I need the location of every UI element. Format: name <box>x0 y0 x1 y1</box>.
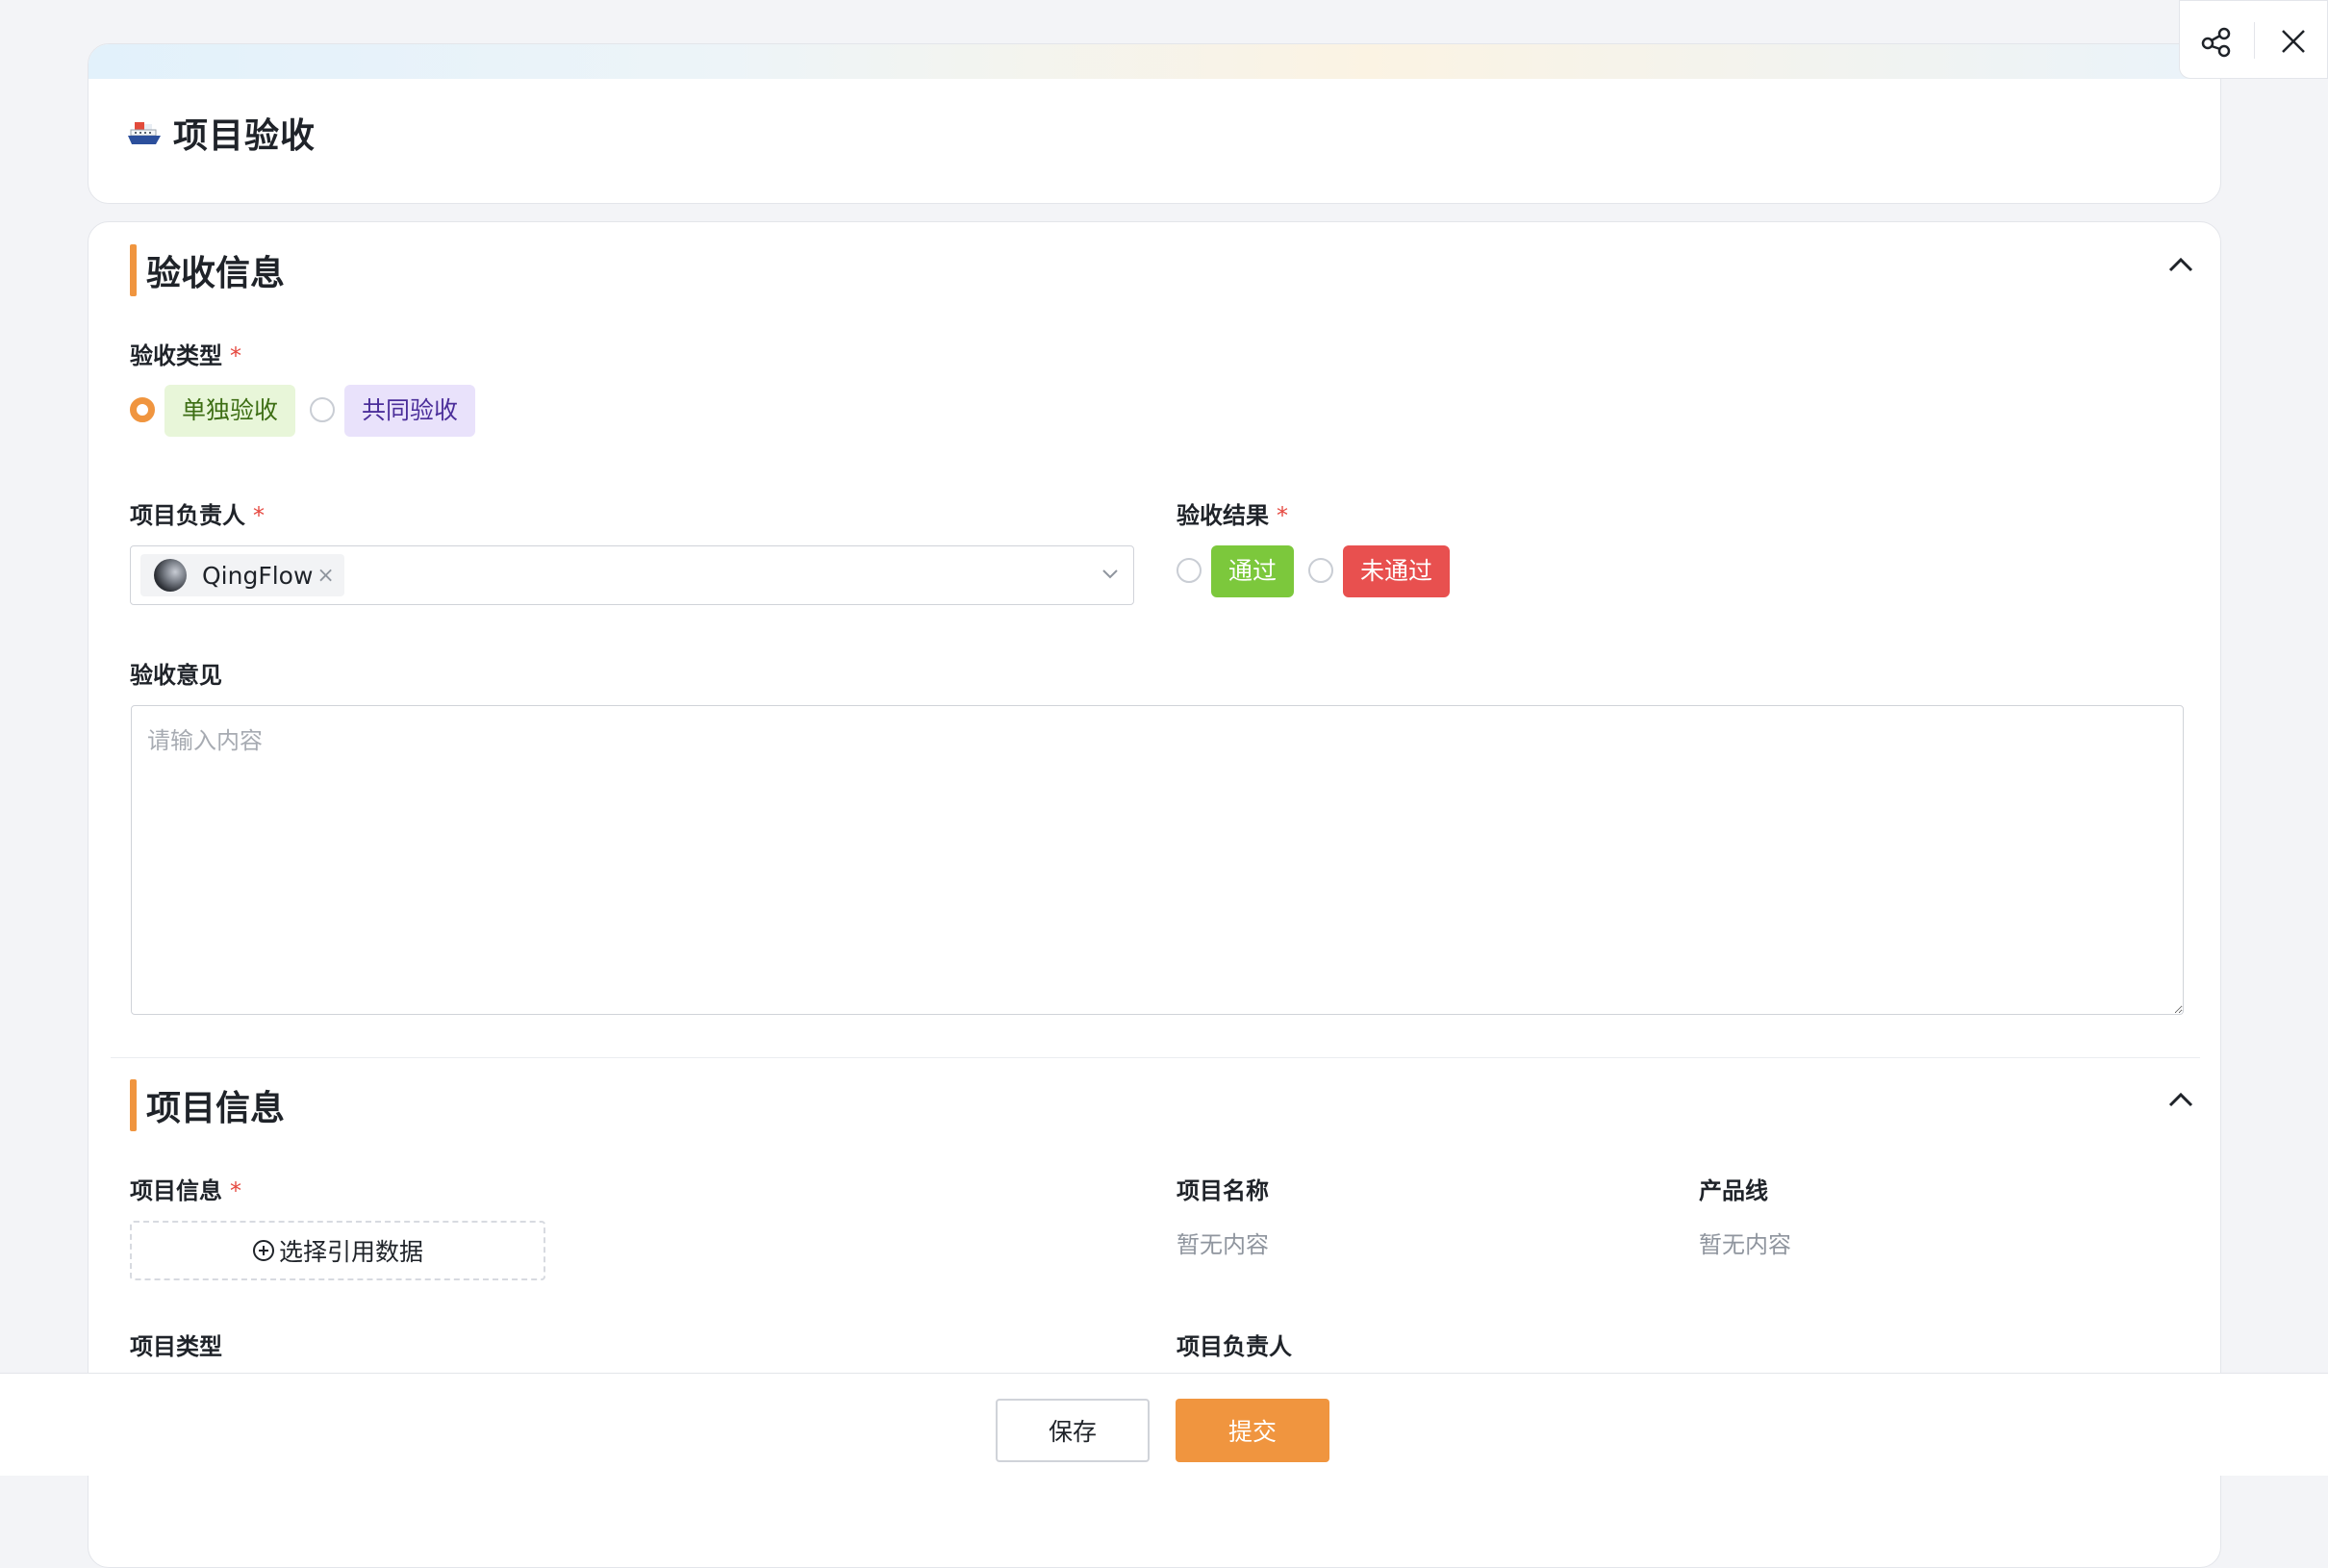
option-fail[interactable]: 未通过 <box>1343 545 1451 597</box>
product-line-value: 暂无内容 <box>1699 1231 1791 1258</box>
radio-joint-acceptance[interactable] <box>310 397 335 422</box>
radio-single-acceptance[interactable] <box>130 397 155 422</box>
footer-bar <box>0 1373 2328 1476</box>
close-icon[interactable] <box>2276 24 2311 59</box>
section-divider <box>111 1057 2200 1058</box>
section-accent-bar <box>130 244 137 296</box>
toolbar-separator <box>2254 22 2255 59</box>
header-gradient <box>89 44 2220 79</box>
top-toolbar <box>2179 0 2328 79</box>
acceptance-opinion-textarea[interactable] <box>131 705 2184 1015</box>
ship-icon <box>128 122 161 144</box>
select-reference-data-label: 选择引用数据 <box>278 1238 423 1266</box>
project-name-label: 项目名称 <box>1177 1177 1269 1204</box>
acceptance-type-label: 验收类型 * <box>130 342 241 369</box>
project-name-value: 暂无内容 <box>1177 1231 1269 1258</box>
acceptance-result-label: 验收结果 * <box>1177 502 1288 529</box>
plus-circle-icon <box>252 1240 274 1261</box>
option-single-acceptance[interactable]: 单独验收 <box>164 385 296 437</box>
section-title-acceptance: 验收信息 <box>130 244 285 296</box>
section-title-text: 项目信息 <box>146 1089 286 1128</box>
project-type-label: 项目类型 <box>130 1333 222 1360</box>
save-button[interactable]: 保存 <box>996 1399 1150 1462</box>
project-owner-ref-label: 项目负责人 <box>1177 1333 1292 1360</box>
chevron-up-icon[interactable] <box>2166 255 2195 274</box>
option-pass[interactable]: 通过 <box>1211 545 1295 597</box>
owner-chip: QingFlow × <box>140 554 344 596</box>
app-title: 项目验收 <box>127 108 316 158</box>
acceptance-opinion-label: 验收意见 <box>130 662 222 689</box>
remove-owner-icon[interactable]: × <box>316 564 334 588</box>
section-title-text: 验收信息 <box>146 254 286 293</box>
product-line-label: 产品线 <box>1699 1177 1768 1204</box>
submit-button[interactable]: 提交 <box>1176 1399 1329 1462</box>
radio-fail[interactable] <box>1308 558 1333 583</box>
project-info-label: 项目信息 * <box>130 1177 241 1204</box>
chevron-down-icon[interactable] <box>1101 564 1120 583</box>
project-owner-label: 项目负责人 * <box>130 502 265 529</box>
avatar <box>154 559 187 592</box>
radio-pass[interactable] <box>1177 558 1202 583</box>
section-title-project: 项目信息 <box>130 1079 285 1131</box>
option-joint-acceptance[interactable]: 共同验收 <box>344 385 476 437</box>
select-reference-data-button[interactable]: 选择引用数据 <box>130 1221 545 1280</box>
share-icon[interactable] <box>2199 24 2234 59</box>
app-header-card <box>88 43 2221 204</box>
project-owner-select[interactable]: QingFlow × <box>130 545 1134 605</box>
section-accent-bar <box>130 1079 137 1131</box>
owner-name: QingFlow <box>202 561 314 590</box>
app-title-text: 项目验收 <box>173 116 316 156</box>
chevron-up-icon[interactable] <box>2166 1090 2195 1109</box>
